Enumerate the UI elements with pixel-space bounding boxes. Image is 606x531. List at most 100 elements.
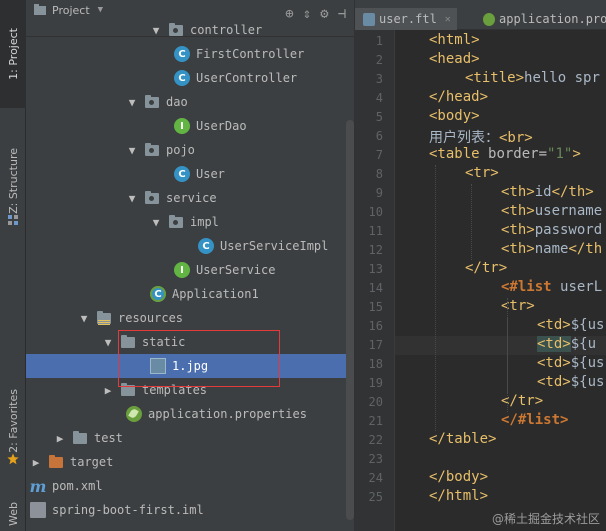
line-number: 22 xyxy=(368,433,383,447)
expand-arrow-icon[interactable]: ▼ xyxy=(150,216,162,229)
tree-item[interactable]: C UserServiceImpl xyxy=(26,234,354,258)
tree-item[interactable]: ▼ impl xyxy=(26,210,354,234)
code-line[interactable]: <td>${us xyxy=(395,317,606,336)
code-token: <br> xyxy=(499,130,533,146)
code-line[interactable]: <table border="1"> xyxy=(395,146,606,165)
tree-item[interactable]: I UserDao xyxy=(26,114,354,138)
tree-item[interactable]: 1.jpg xyxy=(26,354,354,378)
tree-item-label: 1.jpg xyxy=(172,359,209,373)
expand-arrow-icon[interactable]: ▼ xyxy=(126,144,138,157)
expand-arrow-icon[interactable]: ▼ xyxy=(126,96,138,109)
line-number: 20 xyxy=(368,395,383,409)
code-token: ${us xyxy=(570,317,605,333)
tree-item-label: UserService xyxy=(196,263,276,277)
tree-item-label: target xyxy=(70,455,114,469)
close-icon[interactable]: ✕ xyxy=(445,14,451,25)
code-line[interactable]: <th>password xyxy=(395,222,606,241)
code-line[interactable]: <#list userL xyxy=(395,279,606,298)
code-line[interactable]: <td>${u xyxy=(395,336,606,355)
code-token: <head> xyxy=(429,51,480,67)
tree-item[interactable]: ▼ resources xyxy=(26,306,354,330)
class-icon: C xyxy=(198,238,214,254)
tree-item[interactable]: ▶ test xyxy=(26,426,354,450)
project-view-dropdown-icon[interactable]: ▼ xyxy=(98,5,103,15)
tree-item[interactable]: I UserService xyxy=(26,258,354,282)
tree-item[interactable]: ▶ target xyxy=(26,450,354,474)
code-token: <th> xyxy=(501,222,535,238)
class-icon: C xyxy=(174,166,190,182)
collapse-arrow-icon[interactable]: ▶ xyxy=(54,432,66,445)
line-number: 2 xyxy=(375,53,383,67)
tree-item[interactable]: ▼ static xyxy=(26,330,354,354)
code-line[interactable]: <th>username xyxy=(395,203,606,222)
tool-tab-web[interactable]: Web xyxy=(0,496,26,531)
line-number: 24 xyxy=(368,471,383,485)
code-token: hello spr xyxy=(524,70,600,86)
expand-arrow-icon[interactable]: ▼ xyxy=(102,336,114,349)
expand-arrow-icon[interactable]: ▼ xyxy=(78,312,90,325)
line-number-gutter: 1 2 3 4 5 6 7 8 9 10 11 12 13 14 15 16 17 18 19 20 21 22 23 24 2… xyxy=(355,30,395,531)
tree-item[interactable]: application.properties xyxy=(26,402,354,426)
tree-item-label: FirstController xyxy=(196,47,305,61)
tool-tab-structure[interactable]: Z: Structure xyxy=(0,130,26,248)
code-line[interactable]: <body> xyxy=(395,108,606,127)
code-token: name xyxy=(534,241,569,257)
code-line[interactable]: <title>hello spr xyxy=(395,70,606,89)
code-line[interactable]: <td>${us xyxy=(395,355,606,374)
tree-item[interactable]: C UserController xyxy=(26,66,354,90)
tree-item[interactable]: ▼ dao xyxy=(26,90,354,114)
expand-arrow-icon[interactable]: ▼ xyxy=(150,24,162,37)
class-icon: C xyxy=(174,70,190,86)
code-line[interactable]: </html> xyxy=(395,488,606,507)
code-line[interactable]: </head> xyxy=(395,89,606,108)
code-line[interactable] xyxy=(395,450,606,469)
ftl-file-icon xyxy=(363,12,375,26)
code-line[interactable]: </tr> xyxy=(395,393,606,412)
line-number: 9 xyxy=(375,186,383,200)
code-token: "1" xyxy=(547,146,573,162)
tool-tab-favorites[interactable]: 2: Favorites xyxy=(0,370,26,488)
code-line[interactable]: <td>${us xyxy=(395,374,606,393)
editor-tab-label: application.prop xyxy=(499,12,606,26)
code-line[interactable]: <html> xyxy=(395,32,606,51)
tree-item[interactable]: ▼ pojo xyxy=(26,138,354,162)
image-file-icon xyxy=(150,358,166,374)
tree-item[interactable]: spring-boot-first.iml xyxy=(26,498,354,522)
tree-item[interactable]: ▶ templates xyxy=(26,378,354,402)
tool-tab-project[interactable]: 1: Project xyxy=(0,0,26,108)
line-number: 10 xyxy=(368,205,383,219)
code-token: <html> xyxy=(429,32,480,48)
line-number: 1 xyxy=(375,34,383,48)
class-icon: C xyxy=(174,46,190,62)
tree-item-label: application.properties xyxy=(148,407,307,421)
code-line[interactable]: <head> xyxy=(395,51,606,70)
tree-item[interactable]: C FirstController xyxy=(26,42,354,66)
editor-tab-user-ftl[interactable]: user.ftl ✕ xyxy=(355,8,457,30)
code-line[interactable]: <th>id</th> xyxy=(395,184,606,203)
collapse-arrow-icon[interactable]: ▶ xyxy=(30,456,42,469)
code-line[interactable]: </body> xyxy=(395,469,606,488)
code-line[interactable]: <tr> xyxy=(395,298,606,317)
code-line[interactable]: </table> xyxy=(395,431,606,450)
code-area[interactable]: <html> <head> <title>hello spr </head> <body… xyxy=(395,30,606,531)
file-icon xyxy=(30,502,46,518)
code-line[interactable]: <th>name</th xyxy=(395,241,606,260)
editor-tab-application-properties[interactable]: application.prop xyxy=(475,8,606,30)
code-token: <th> xyxy=(501,184,535,200)
tree-item[interactable]: C Application1 xyxy=(26,282,354,306)
code-line[interactable]: </tr> xyxy=(395,260,606,279)
tree-item[interactable]: ▼ controller xyxy=(26,18,354,42)
tree-item[interactable]: m pom.xml xyxy=(26,474,354,498)
line-number: 13 xyxy=(368,262,383,276)
code-token: <title> xyxy=(465,70,525,86)
project-scrollbar[interactable] xyxy=(346,120,354,520)
line-number: 23 xyxy=(368,452,383,466)
collapse-arrow-icon[interactable]: ▶ xyxy=(102,384,114,397)
code-token: <tr> xyxy=(465,165,499,181)
code-line[interactable]: <tr> xyxy=(395,165,606,184)
expand-arrow-icon[interactable]: ▼ xyxy=(126,192,138,205)
tree-item[interactable]: C User xyxy=(26,162,354,186)
code-line[interactable]: </#list> xyxy=(395,412,606,431)
tree-item[interactable]: ▼ service xyxy=(26,186,354,210)
code-line[interactable]: 用户列表：<br> xyxy=(395,127,606,146)
